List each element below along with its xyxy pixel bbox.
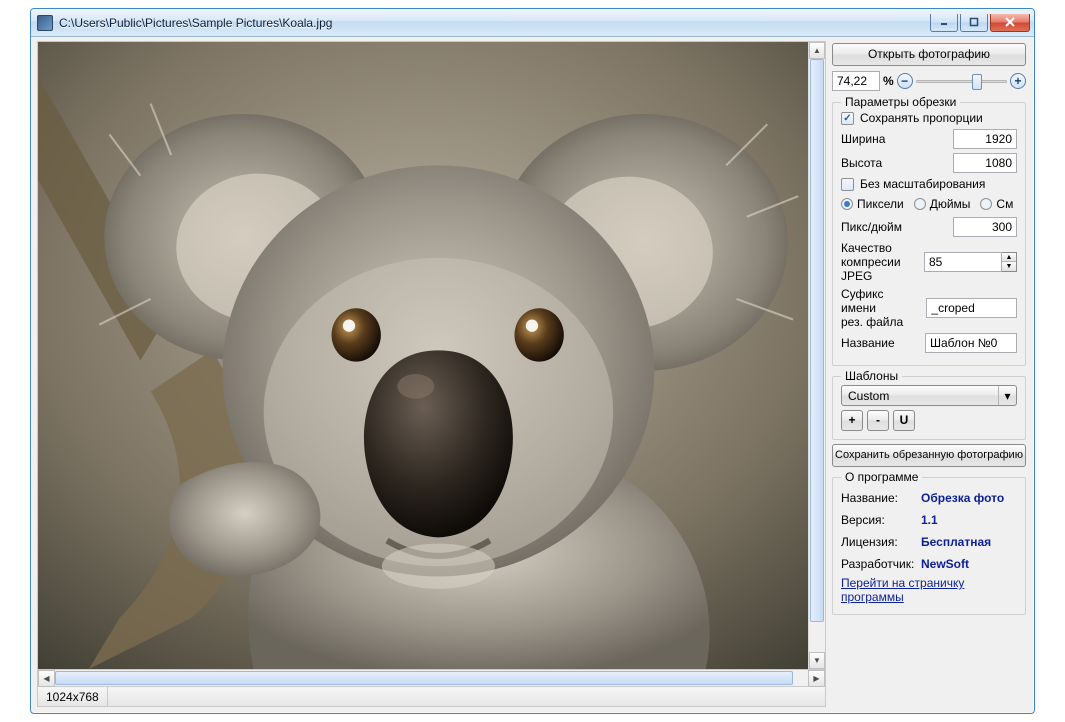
unit-cm-radio[interactable]: См: [980, 197, 1013, 211]
width-label: Ширина: [841, 132, 885, 146]
crop-group-title: Параметры обрезки: [841, 95, 960, 109]
ppi-label: Пикс/дюйм: [841, 220, 902, 234]
no-scale-checkbox[interactable]: ✓: [841, 178, 854, 191]
side-panel: Открыть фотографию 74,22 % − + Параметры…: [830, 41, 1028, 707]
app-window: C:\Users\Public\Pictures\Sample Pictures…: [30, 8, 1035, 714]
template-add-button[interactable]: +: [841, 410, 863, 431]
about-name-value: Обрезка фото: [921, 491, 1004, 505]
templates-group-title: Шаблоны: [841, 369, 902, 383]
status-dimensions: 1024x768: [38, 687, 108, 706]
about-dev-key: Разработчик:: [841, 557, 921, 571]
image-viewer: ▲ ▼ ◀ ▶ 1024x768: [37, 41, 826, 707]
about-license-key: Лицензия:: [841, 535, 921, 549]
keep-ratio-label: Сохранять пропорции: [860, 111, 983, 125]
scroll-down-button[interactable]: ▼: [809, 652, 825, 669]
horizontal-scrollbar[interactable]: ◀ ▶: [37, 670, 826, 687]
unit-inches-radio[interactable]: Дюймы: [914, 197, 971, 211]
template-update-button[interactable]: U: [893, 410, 915, 431]
minimize-button[interactable]: [930, 14, 958, 32]
jpeg-quality-label: Качествокомпресии JPEG: [841, 241, 918, 283]
spin-down-icon[interactable]: ▼: [1002, 262, 1016, 271]
templates-selected: Custom: [848, 389, 889, 403]
about-version-value: 1.1: [921, 513, 938, 527]
about-license-value: Бесплатная: [921, 535, 991, 549]
close-button[interactable]: [990, 14, 1030, 32]
about-name-key: Название:: [841, 491, 921, 505]
image-canvas[interactable]: [38, 42, 808, 669]
zoom-out-button[interactable]: −: [897, 73, 913, 89]
about-dev-value: NewSoft: [921, 557, 969, 571]
zoom-in-button[interactable]: +: [1010, 73, 1026, 89]
zoom-slider[interactable]: [916, 72, 1007, 90]
scroll-left-button[interactable]: ◀: [38, 670, 55, 687]
open-photo-button[interactable]: Открыть фотографию: [832, 43, 1026, 66]
crop-params-group: Параметры обрезки ✓ Сохранять пропорции …: [832, 102, 1026, 366]
template-remove-button[interactable]: -: [867, 410, 889, 431]
titlebar[interactable]: C:\Users\Public\Pictures\Sample Pictures…: [31, 9, 1034, 37]
templates-dropdown[interactable]: Custom ▾: [841, 385, 1017, 406]
width-input[interactable]: 1920: [953, 129, 1017, 149]
vertical-scrollbar[interactable]: ▲ ▼: [808, 42, 825, 669]
save-cropped-button[interactable]: Сохранить обрезанную фотографию: [832, 444, 1026, 467]
preset-name-input[interactable]: Шаблон №0: [925, 333, 1017, 353]
scroll-up-button[interactable]: ▲: [809, 42, 825, 59]
ppi-input[interactable]: 300: [953, 217, 1017, 237]
about-homepage-link[interactable]: Перейти на страничку программы: [841, 576, 1017, 604]
jpeg-quality-spinner[interactable]: ▲ ▼: [1002, 252, 1017, 272]
chevron-down-icon: ▾: [998, 386, 1016, 405]
status-bar: 1024x768: [37, 687, 826, 707]
koala-photo: [38, 42, 808, 669]
app-icon: [37, 15, 53, 31]
no-scale-label: Без масштабирования: [860, 177, 985, 191]
zoom-percent-label: %: [883, 74, 894, 88]
about-group-title: О программе: [841, 470, 922, 484]
height-label: Высота: [841, 156, 882, 170]
keep-ratio-checkbox[interactable]: ✓: [841, 112, 854, 125]
scroll-right-button[interactable]: ▶: [808, 670, 825, 687]
about-group: О программе Название:Обрезка фото Версия…: [832, 477, 1026, 615]
vscroll-thumb[interactable]: [810, 59, 824, 622]
preset-name-label: Название: [841, 336, 895, 350]
templates-group: Шаблоны Custom ▾ + - U: [832, 376, 1026, 440]
window-title: C:\Users\Public\Pictures\Sample Pictures…: [59, 16, 930, 30]
suffix-input[interactable]: _croped: [926, 298, 1017, 318]
zoom-value-input[interactable]: 74,22: [832, 71, 880, 91]
unit-pixels-radio[interactable]: Пиксели: [841, 197, 904, 211]
jpeg-quality-input[interactable]: 85: [924, 252, 1002, 272]
about-version-key: Версия:: [841, 513, 921, 527]
spin-up-icon[interactable]: ▲: [1002, 253, 1016, 262]
suffix-label: Суфикс именирез. файла: [841, 287, 920, 329]
zoom-slider-thumb[interactable]: [972, 74, 982, 90]
height-input[interactable]: 1080: [953, 153, 1017, 173]
hscroll-thumb[interactable]: [55, 671, 793, 685]
maximize-button[interactable]: [960, 14, 988, 32]
